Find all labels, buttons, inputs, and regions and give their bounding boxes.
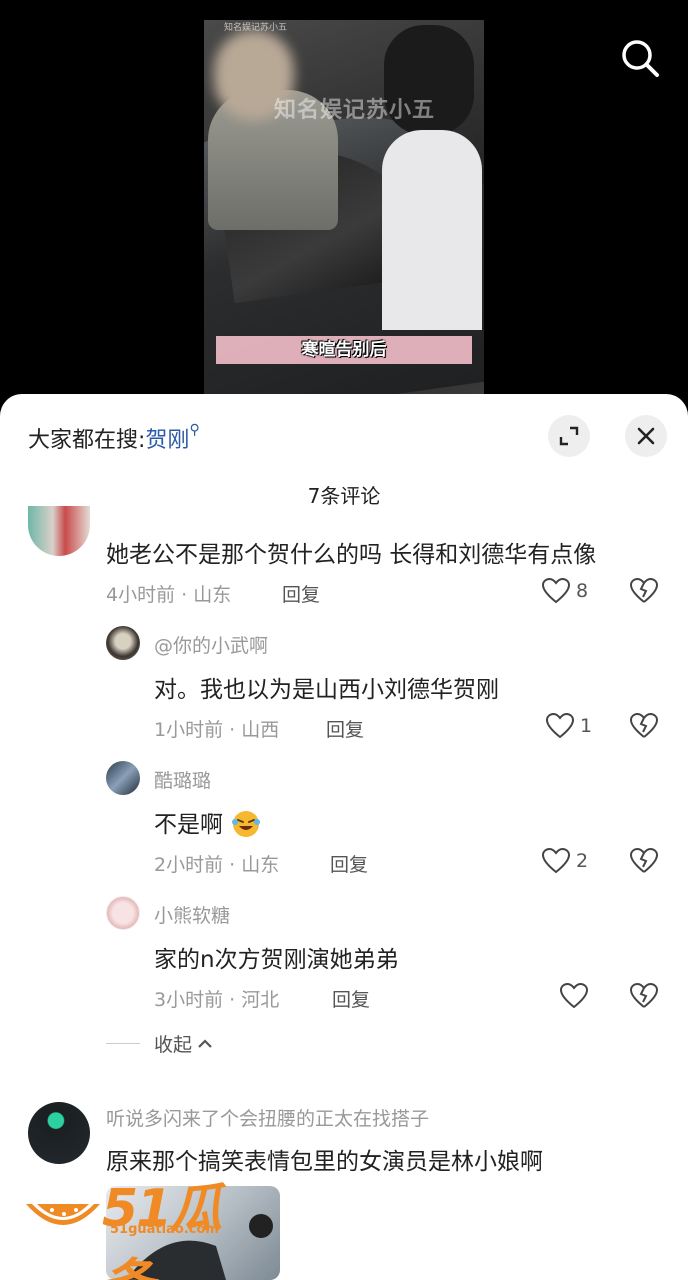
site-watermark: 51瓜条 51guatiao.com [22,1174,262,1280]
heart-icon [542,578,570,604]
video-player[interactable]: 知名娱记苏小五 知名娱记苏小五 寒暄告别后 [0,0,688,400]
heart-icon [542,848,570,874]
dislike-button[interactable] [629,712,659,743]
like-count: 2 [576,850,589,872]
hot-search-prefix: 大家都在搜: [28,428,146,453]
search-icon [622,40,659,77]
reply-button[interactable]: 回复 [332,985,370,1012]
expand-icon [559,426,579,446]
divider [106,1043,140,1044]
comment-meta: 4小时前 · 山东 [106,584,232,606]
avatar[interactable] [106,761,140,795]
dislike-button[interactable] [629,577,659,608]
search-button[interactable] [618,36,662,80]
comment-username[interactable]: 听说多闪来了个会扭腰的正太在找搭子 [106,1104,429,1131]
comment-meta: 3小时前 · 河北 [154,989,280,1011]
heart-icon [560,983,588,1009]
reply-button[interactable]: 回复 [330,850,368,877]
comment-text-content: 不是啊 [154,812,223,838]
site-watermark-url: 51guatiao.com [110,1222,219,1237]
like-button[interactable]: 8 [542,578,588,604]
comment-meta: 1小时前 · 山西 [154,719,280,741]
reply-button[interactable]: 回复 [326,715,364,742]
reply-button[interactable]: 回复 [282,580,320,607]
broken-heart-icon [629,712,659,738]
like-count: 8 [576,580,589,602]
comment-text: 对。我也以为是山西小刘德华贺刚 [154,677,499,703]
expand-button[interactable] [548,415,590,457]
watermelon-logo-icon [26,1204,100,1225]
like-button[interactable]: 2 [542,848,588,874]
video-frame: 知名娱记苏小五 知名娱记苏小五 寒暄告别后 [204,20,484,394]
hot-search-term[interactable]: 贺刚 [145,428,189,453]
broken-heart-icon [629,982,659,1008]
laughing-crying-emoji-icon [232,811,261,837]
like-button[interactable] [560,983,588,1009]
dislike-button[interactable] [629,982,659,1013]
comment-count-title: 7条评论 [307,484,381,508]
avatar[interactable] [28,506,90,556]
dislike-button[interactable] [629,847,659,878]
video-watermark-top: 知名娱记苏小五 [224,23,288,33]
reply-username[interactable]: 酷璐璐 [154,766,211,793]
reply-username[interactable]: @你的小武啊 [154,631,268,658]
comment-text: 不是啊 [154,805,262,839]
video-caption: 寒暄告别后 [216,336,472,364]
collapse-replies-button[interactable]: 收起 [106,1030,214,1057]
avatar[interactable] [106,896,140,930]
search-small-icon: ⚲ [189,422,200,438]
close-icon [637,427,655,445]
avatar[interactable] [28,1102,90,1164]
like-count: 1 [580,715,593,737]
reply-username[interactable]: 小熊软糖 [154,901,230,928]
comment-meta: 2小时前 · 山东 [154,854,280,876]
broken-heart-icon [629,577,659,603]
comment-text: 家的n次方贺刚演她弟弟 [154,947,399,973]
hot-search-bar[interactable]: 大家都在搜:贺刚⚲ [28,422,200,454]
heart-icon [546,713,574,739]
avatar[interactable] [106,626,140,660]
comment-panel: 大家都在搜:贺刚⚲ 7条评论 她老公不是那个贺什么的吗 长得和刘德华有点像 4小… [0,394,688,1280]
close-button[interactable] [625,415,667,457]
video-watermark: 知名娱记苏小五 [274,98,436,123]
person-right-shape [382,130,482,330]
collapse-label: 收起 [154,1034,193,1056]
broken-heart-icon [629,847,659,873]
chevron-up-icon [198,1038,212,1048]
like-button[interactable]: 1 [546,713,592,739]
comment-text: 她老公不是那个贺什么的吗 长得和刘德华有点像 [106,542,597,568]
